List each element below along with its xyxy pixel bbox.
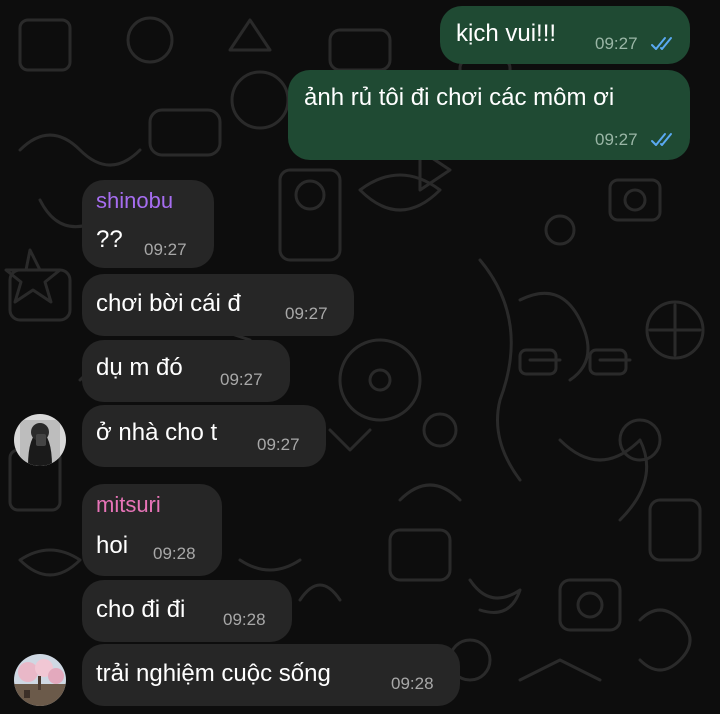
- incoming-message[interactable]: shinobu ?? 09:27: [82, 180, 214, 268]
- message-time: 09:27: [595, 130, 638, 149]
- incoming-message[interactable]: trải nghiệm cuộc sống 09:28: [82, 644, 460, 706]
- sender-name[interactable]: shinobu: [96, 188, 173, 214]
- double-check-icon: [651, 133, 672, 146]
- message-time: 09:28: [391, 674, 434, 693]
- message-text: ảnh rủ tôi đi chơi các môm ơi: [304, 84, 615, 111]
- incoming-message[interactable]: ở nhà cho t 09:27: [82, 405, 326, 467]
- incoming-message[interactable]: dụ m đó 09:27: [82, 340, 290, 402]
- incoming-message[interactable]: chơi bời cái đ 09:27: [82, 274, 354, 336]
- incoming-message[interactable]: mitsuri hoi 09:28: [82, 484, 222, 576]
- message-text: trải nghiệm cuộc sống: [96, 660, 331, 687]
- avatar-mitsuri[interactable]: [14, 654, 66, 706]
- message-time: 09:27: [595, 34, 638, 53]
- message-time: 09:28: [223, 610, 266, 629]
- message-text: chơi bời cái đ: [96, 290, 241, 317]
- message-time: 09:27: [220, 370, 263, 389]
- message-text: ở nhà cho t: [96, 419, 218, 446]
- outgoing-message[interactable]: kịch vui!!! 09:27: [440, 6, 690, 64]
- message-text: kịch vui!!!: [456, 20, 557, 47]
- message-time: 09:27: [285, 304, 328, 323]
- message-text: ??: [96, 226, 123, 253]
- incoming-message[interactable]: cho đi đi 09:28: [82, 580, 292, 642]
- sender-name[interactable]: mitsuri: [96, 492, 161, 518]
- message-text: cho đi đi: [96, 596, 186, 623]
- double-check-icon: [651, 37, 672, 50]
- outgoing-message[interactable]: ảnh rủ tôi đi chơi các môm ơi 09:27: [288, 70, 690, 160]
- avatar-shinobu[interactable]: [14, 414, 66, 466]
- message-text: hoi: [96, 532, 129, 559]
- message-time: 09:27: [257, 435, 300, 454]
- message-time: 09:27: [144, 240, 187, 259]
- message-text: dụ m đó: [96, 354, 183, 381]
- message-time: 09:28: [153, 544, 196, 563]
